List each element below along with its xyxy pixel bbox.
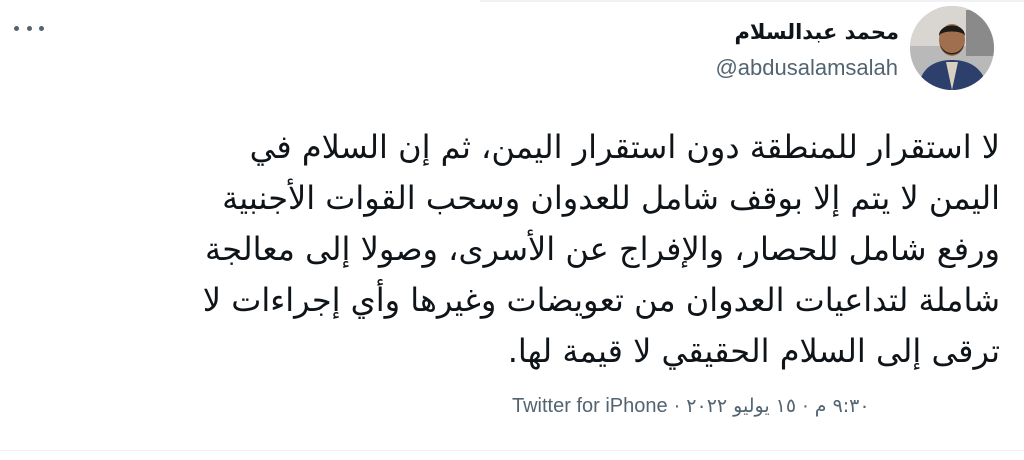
more-icon-dot [39, 25, 44, 31]
tweet-date[interactable]: ١٥ يوليو ٢٠٢٢ [686, 395, 796, 417]
author-display-name[interactable]: محمد عبدالسلام [735, 20, 900, 44]
user-avatar-icon [910, 6, 994, 90]
tweet-text-line: ورفع شامل للحصار، والإفراج عن الأسرى، وص… [205, 230, 1000, 268]
author-avatar[interactable] [910, 6, 994, 90]
more-icon-dot [14, 25, 19, 31]
tweet-text-line: شاملة لتداعيات العدوان من تعويضات وغيرها… [202, 281, 1000, 319]
tweet-text-line: لا استقرار للمنطقة دون استقرار اليمن، ثم… [249, 128, 1000, 166]
tweet-text-line: اليمن لا يتم إلا بوقف شامل للعدوان وسحب … [222, 179, 1000, 217]
tweet-text: لا استقرار للمنطقة دون استقرار اليمن، ثم… [10, 122, 1000, 377]
tweet-card: محمد عبدالسلام @abdusalamsalah لا استقرا… [0, 0, 1024, 460]
author-handle[interactable]: @abdusalamsalah [715, 55, 898, 81]
meta-separator: · [802, 394, 809, 417]
tweet-source-link[interactable]: Twitter for iPhone [512, 395, 668, 418]
bottom-divider [0, 450, 1024, 451]
more-icon-dot [26, 25, 32, 31]
tweet-metadata: Twitter for iPhone · ١٥ يوليو ٢٠٢٢ · ٩:٣… [512, 391, 870, 421]
tweet-text-line: ترقى إلى السلام الحقيقي لا قيمة لها. [507, 332, 1000, 370]
more-options-button[interactable] [14, 18, 44, 38]
tweet-time[interactable]: ٩:٣٠ م [815, 395, 870, 417]
meta-separator: · [673, 394, 681, 417]
